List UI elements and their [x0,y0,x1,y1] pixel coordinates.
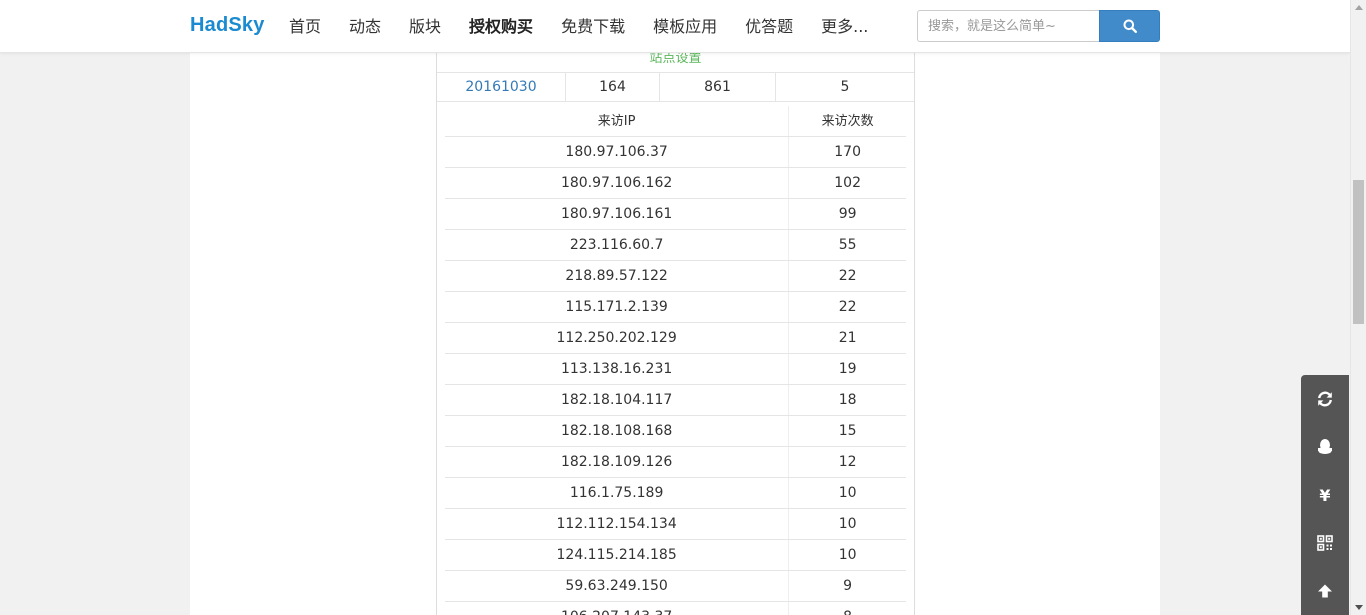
count-cell: 21 [838,330,857,346]
table-row: 116.1.75.189 10 [445,478,906,509]
search-button[interactable] [1099,10,1160,42]
ip-cell: 218.89.57.122 [445,261,790,291]
page-container: 站点设置 20161030 164 861 5 来访IP 来访次数 180.97… [190,53,1160,615]
summary-date-link[interactable]: 20161030 [437,73,566,101]
count-cell: 9 [843,578,853,594]
count-cell: 12 [838,454,857,470]
top-navbar: HadSky 首页 动态 版块 授权购买 免费下载 模板应用 优答题 更多... [0,0,1350,53]
count-cell: 15 [838,423,857,439]
count-cell: 18 [838,392,857,408]
table-row: 106.207.143.378 [445,602,906,615]
count-cell: 55 [838,237,857,253]
donate-button[interactable]: ¥ [1301,471,1349,519]
main-nav: 首页 动态 版块 授权购买 免费下载 模板应用 优答题 更多... [275,0,882,53]
search-box [917,10,1160,42]
page-scrollbar[interactable] [1350,0,1366,615]
count-cell: 22 [838,299,857,315]
nav-item-template-apps[interactable]: 模板应用 [639,0,731,53]
count-cell: 19 [838,361,857,377]
back-to-top-button[interactable] [1301,567,1349,615]
table-row: 113.138.16.231 19 [445,354,906,385]
ip-cell: 180.97.106.161 [445,199,790,229]
qq-button[interactable] [1301,423,1349,471]
refresh-icon [1318,391,1332,407]
brand-logo[interactable]: HadSky [190,14,265,37]
visitor-ip-table: 来访IP 来访次数 180.97.106.37 170 180.97.106.16… [445,106,906,615]
floating-toolbar: ¥ [1301,375,1349,615]
nav-item-license-purchase[interactable]: 授权购买 [455,0,547,53]
ip-cell: 180.97.106.162 [445,168,790,198]
table-row: 112.250.202.129 21 [445,323,906,354]
site-settings-link[interactable]: 站点设置 [437,53,914,72]
ip-cell: 116.1.75.189 [445,478,790,508]
table-row: 218.89.57.122 22 [445,261,906,292]
ip-cell: 115.171.2.139 [445,292,790,322]
scroll-down-arrow-icon[interactable] [1355,605,1363,610]
qq-icon [1318,439,1332,454]
ip-cell: 182.18.109.126 [445,447,790,477]
count-cell: 170 [834,144,861,160]
count-cell: 99 [838,206,857,222]
nav-item-free-download[interactable]: 免费下载 [547,0,639,53]
stats-panel: 站点设置 20161030 164 861 5 来访IP 来访次数 180.97… [436,53,915,615]
count-cell: 22 [838,268,857,284]
scrollbar-thumb[interactable] [1353,180,1364,324]
table-row: 180.97.106.162 102 [445,168,906,199]
summary-row: 20161030 164 861 5 [437,72,914,102]
qrcode-icon [1317,535,1333,551]
count-cell: 10 [838,547,857,563]
table-row: 115.171.2.139 22 [445,292,906,323]
summary-value-1: 164 [566,73,660,101]
table-row: 182.18.104.117 18 [445,385,906,416]
nav-item-youdati[interactable]: 优答题 [731,0,807,53]
search-input[interactable] [917,10,1099,42]
table-row: 124.115.214.185 10 [445,540,906,571]
ip-cell: 112.250.202.129 [445,323,790,353]
table-row: 180.97.106.37 170 [445,137,906,168]
ip-cell: 113.138.16.231 [445,354,790,384]
nav-item-home[interactable]: 首页 [275,0,335,53]
refresh-button[interactable] [1301,375,1349,423]
table-row: 59.63.249.150 9 [445,571,906,602]
count-cell: 102 [834,175,861,191]
summary-value-2: 861 [660,73,776,101]
nav-item-dynamic[interactable]: 动态 [335,0,395,53]
table-row: 223.116.60.7 55 [445,230,906,261]
arrow-up-icon [1318,584,1332,598]
ip-cell: 106.207.143.37 [445,602,790,615]
ip-cell: 59.63.249.150 [445,571,790,601]
ip-cell: 112.112.154.134 [445,509,790,539]
ip-cell: 182.18.108.168 [445,416,790,446]
count-cell: 10 [838,485,857,501]
nav-item-more[interactable]: 更多... [807,0,882,53]
table-row: 180.97.106.161 99 [445,199,906,230]
summary-value-3: 5 [840,79,850,95]
search-icon [1123,19,1137,33]
nav-item-boards[interactable]: 版块 [395,0,455,53]
table-header-row: 来访IP 来访次数 [445,106,906,137]
ip-cell: 180.97.106.37 [445,137,790,167]
ip-cell: 124.115.214.185 [445,540,790,570]
ip-cell: 182.18.104.117 [445,385,790,415]
table-row: 182.18.109.126 12 [445,447,906,478]
column-header-ip: 来访IP [445,106,790,136]
column-header-count: 来访次数 [821,114,874,129]
count-cell: 8 [789,602,906,615]
qrcode-button[interactable] [1301,519,1349,567]
table-row: 182.18.108.168 15 [445,416,906,447]
table-row: 112.112.154.134 10 [445,509,906,540]
yen-icon: ¥ [1319,485,1331,505]
count-cell: 10 [838,516,857,532]
scroll-up-arrow-icon[interactable] [1355,5,1363,10]
ip-cell: 223.116.60.7 [445,230,790,260]
